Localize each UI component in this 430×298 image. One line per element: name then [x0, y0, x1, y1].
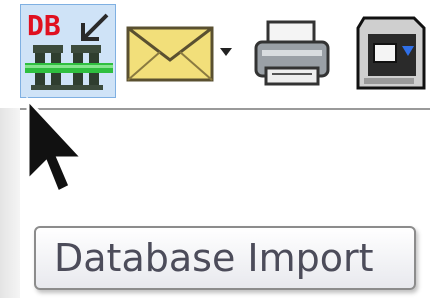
chevron-down-icon[interactable]	[124, 4, 240, 98]
tooltip: Database Import	[34, 226, 416, 290]
tooltip-text: Database Import	[54, 236, 374, 280]
fax-machine-icon	[356, 16, 426, 90]
fax-button[interactable]	[344, 4, 430, 98]
printer-icon	[254, 20, 330, 86]
email-button[interactable]	[124, 4, 240, 98]
mouse-pointer-icon	[26, 96, 84, 195]
database-import-icon: DB	[25, 9, 113, 90]
print-button[interactable]	[250, 4, 336, 98]
database-import-icon-label: DB	[27, 9, 61, 42]
database-import-button[interactable]: DB	[20, 4, 116, 98]
toolbar: DB	[0, 0, 430, 108]
